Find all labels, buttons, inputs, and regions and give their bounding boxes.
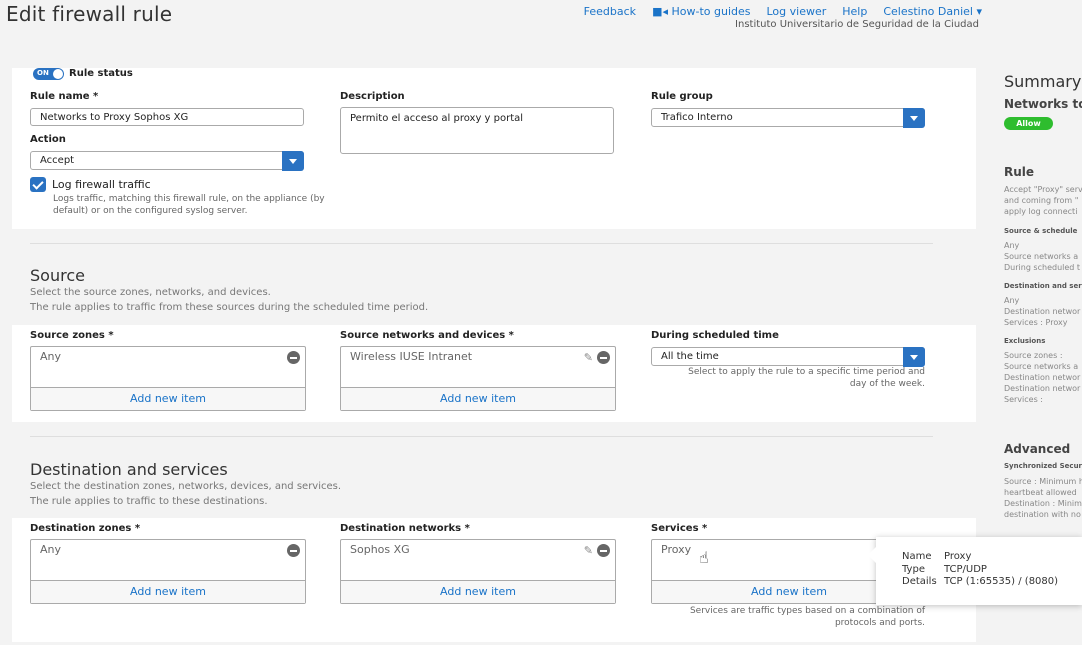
summary-title: Summary bbox=[1004, 72, 1082, 91]
minus-circle-icon[interactable] bbox=[597, 544, 610, 557]
minus-circle-icon[interactable] bbox=[287, 351, 300, 364]
destination-zones-list: Any Add new item bbox=[30, 539, 306, 604]
summary-advanced-heading: Advanced bbox=[1004, 442, 1071, 456]
source-zones-label: Source zones * bbox=[30, 330, 114, 341]
description-textarea[interactable]: Permito el acceso al proxy y portal bbox=[340, 107, 614, 154]
log-traffic-hint: Logs traffic, matching this firewall rul… bbox=[53, 194, 325, 216]
destination-networks-list: Sophos XG ✎ Add new item bbox=[340, 539, 616, 604]
rule-status-toggle[interactable]: ON bbox=[33, 68, 64, 80]
pencil-icon[interactable]: ✎ bbox=[584, 351, 593, 364]
source-desc-1: Select the source zones, networks, and d… bbox=[30, 287, 271, 298]
rule-name-input[interactable]: Networks to Proxy Sophos XG bbox=[30, 108, 304, 126]
help-link[interactable]: Help bbox=[842, 5, 867, 18]
source-zones-list: Any Add new item bbox=[30, 346, 306, 411]
summary-source-text: Any Source networks a During scheduled t bbox=[1004, 241, 1081, 272]
list-item: Wireless IUSE Intranet bbox=[350, 350, 473, 363]
schedule-select[interactable]: All the time bbox=[651, 347, 925, 367]
source-networks-list: Wireless IUSE Intranet ✎ Add new item bbox=[340, 346, 616, 411]
summary-sync-heading: Synchronized Securit bbox=[1004, 462, 1082, 470]
source-title: Source bbox=[30, 266, 85, 285]
allow-badge: Allow bbox=[1004, 117, 1053, 130]
list-item: Sophos XG bbox=[350, 543, 410, 556]
summary-exclusions-text: Source zones : Source networks a Destina… bbox=[1004, 351, 1081, 404]
destination-desc-2: The rule applies to traffic to these des… bbox=[30, 496, 268, 507]
divider bbox=[30, 243, 933, 244]
log-traffic-label: Log firewall traffic bbox=[52, 178, 151, 191]
summary-rule-text: Accept "Proxy" serv and coming from " ap… bbox=[1004, 185, 1082, 216]
service-tooltip: Name Proxy Type TCP/UDP Details TCP (1:6553… bbox=[868, 537, 1082, 605]
video-icon: ■◂ bbox=[652, 5, 672, 18]
summary-exclusions-heading: Exclusions bbox=[1004, 337, 1046, 345]
divider bbox=[30, 436, 933, 437]
chevron-down-icon: ▾ bbox=[972, 5, 982, 18]
chevron-down-icon[interactable] bbox=[903, 347, 925, 367]
hand-cursor-icon: ☝ bbox=[699, 548, 709, 567]
log-traffic-checkbox[interactable] bbox=[30, 177, 46, 192]
description-label: Description bbox=[340, 91, 405, 102]
source-desc-2: The rule applies to traffic from these s… bbox=[30, 302, 429, 313]
list-item: Any bbox=[40, 350, 62, 363]
action-select[interactable]: Accept bbox=[30, 151, 304, 171]
log-viewer-link[interactable]: Log viewer bbox=[766, 5, 826, 18]
user-menu[interactable]: Celestino Daniel ▾ bbox=[883, 5, 982, 18]
services-hint: Services are traffic types based on a co… bbox=[689, 606, 925, 628]
summary-destination-heading: Destination and servic bbox=[1004, 282, 1082, 290]
add-source-network-button[interactable]: Add new item bbox=[341, 387, 615, 410]
list-item: Proxy bbox=[661, 543, 692, 556]
destination-desc-1: Select the destination zones, networks, … bbox=[30, 481, 342, 492]
tooltip-name-row: Name Proxy bbox=[902, 551, 972, 562]
rule-name-label: Rule name * bbox=[30, 91, 99, 102]
schedule-label: During scheduled time bbox=[651, 330, 779, 341]
schedule-hint: Select to apply the rule to a specific t… bbox=[688, 367, 925, 389]
pencil-icon[interactable]: ✎ bbox=[584, 544, 593, 557]
add-destination-zone-button[interactable]: Add new item bbox=[31, 580, 305, 603]
services-label: Services * bbox=[651, 523, 708, 534]
destination-networks-label: Destination networks * bbox=[340, 523, 470, 534]
toggle-knob bbox=[53, 69, 63, 79]
summary-subtitle: Networks to bbox=[1004, 97, 1082, 111]
chevron-down-icon[interactable] bbox=[903, 108, 925, 128]
summary-rule-heading: Rule bbox=[1004, 165, 1035, 179]
tooltip-type-row: Type TCP/UDP bbox=[902, 564, 987, 575]
organization-name: Instituto Universitario de Seguridad de … bbox=[735, 19, 979, 30]
destination-title: Destination and services bbox=[30, 460, 228, 479]
tooltip-details-row: Details TCP (1:65535) / (8080) bbox=[902, 576, 1059, 587]
top-nav: Feedback ■◂ How-to guides Log viewer Hel… bbox=[584, 5, 982, 18]
summary-destination-text: Any Destination networ Services : Proxy bbox=[1004, 296, 1081, 327]
rule-group-select[interactable]: Trafico Interno bbox=[651, 108, 925, 128]
feedback-link[interactable]: Feedback bbox=[584, 5, 636, 18]
how-to-guides-link[interactable]: ■◂ How-to guides bbox=[652, 5, 750, 18]
minus-circle-icon[interactable] bbox=[287, 544, 300, 557]
list-item: Any bbox=[40, 543, 62, 556]
summary-source-heading: Source & schedule bbox=[1004, 227, 1078, 235]
source-networks-label: Source networks and devices * bbox=[340, 330, 514, 341]
summary-advanced-text: Source : Minimum h heartbeat allowed Des… bbox=[1004, 477, 1082, 519]
add-destination-network-button[interactable]: Add new item bbox=[341, 580, 615, 603]
page-title: Edit firewall rule bbox=[6, 2, 173, 26]
add-source-zone-button[interactable]: Add new item bbox=[31, 387, 305, 410]
rule-group-label: Rule group bbox=[651, 91, 713, 102]
chevron-down-icon[interactable] bbox=[282, 151, 304, 171]
minus-circle-icon[interactable] bbox=[597, 351, 610, 364]
rule-status-label: Rule status bbox=[69, 68, 133, 79]
destination-zones-label: Destination zones * bbox=[30, 523, 141, 534]
action-label: Action bbox=[30, 134, 66, 145]
